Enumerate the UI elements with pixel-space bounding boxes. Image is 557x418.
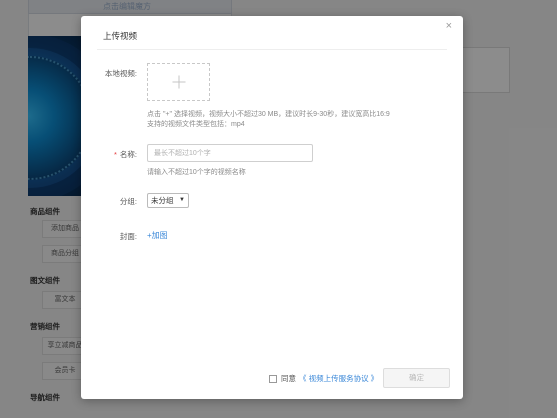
plus-icon <box>172 75 185 89</box>
agreement-row: 同意 《 视频上传服务协议 》 <box>269 373 378 384</box>
agreement-link[interactable]: 《 视频上传服务协议 》 <box>299 373 378 384</box>
group-label: 分组: <box>119 197 137 206</box>
group-select[interactable]: 未分组 ▼ <box>147 193 189 208</box>
required-mark: * <box>113 150 117 159</box>
upload-video-dialog: × 上传视频 本地视频: 点击 "+" 选择视频，视频大小不超过30 MB，建议… <box>81 16 463 399</box>
video-upload-button[interactable] <box>147 63 210 101</box>
confirm-button[interactable]: 确定 <box>383 368 450 388</box>
name-label: 名称: <box>119 150 137 159</box>
agree-label: 同意 <box>281 374 296 383</box>
video-name-input[interactable] <box>147 144 313 162</box>
dialog-title: 上传视频 <box>103 31 138 41</box>
name-label-row: * 名称: <box>95 149 137 160</box>
title-divider <box>97 49 447 50</box>
group-selected-value: 未分组 <box>151 196 174 205</box>
local-video-label: 本地视频: <box>104 69 137 78</box>
dropdown-arrow-icon: ▼ <box>179 197 185 203</box>
add-cover-image-link[interactable]: +加图 <box>147 230 168 241</box>
name-hint: 请输入不超过10个字的视频名称 <box>147 169 246 176</box>
video-format-hint: 支持的视频文件类型包括：mp4 <box>147 121 245 128</box>
agree-checkbox[interactable] <box>269 374 277 383</box>
close-icon[interactable]: × <box>446 20 452 32</box>
video-requirements-hint: 点击 "+" 选择视频，视频大小不超过30 MB，建议时长9-30秒，建议宽高比… <box>147 111 390 118</box>
cover-label: 封面: <box>119 232 137 241</box>
